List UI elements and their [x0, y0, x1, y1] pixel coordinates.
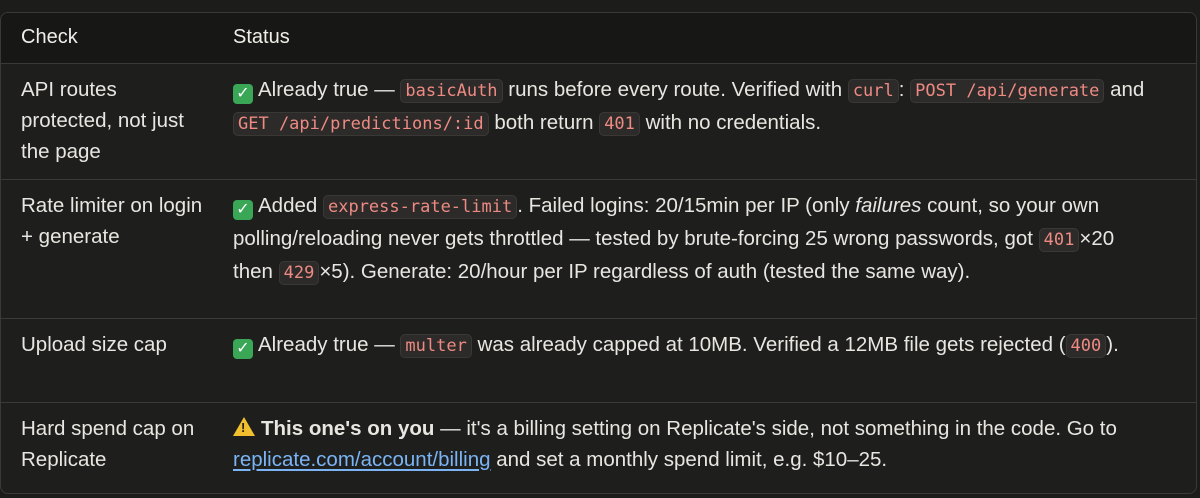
check-mark-icon: ✓	[233, 83, 253, 104]
check-cell: Rate limiter on login + generate	[21, 193, 203, 248]
check-mark-icon: ✓	[233, 199, 253, 220]
inline-code: 429	[278, 260, 320, 285]
checklist-table-container: Check Status API routes protected, not j…	[0, 12, 1197, 494]
inline-code: GET /api/predictions/:id	[233, 111, 489, 136]
status-cell: ✓ Already true — multer was already cappe…	[213, 318, 1196, 402]
inline-code: express-rate-limit	[322, 194, 518, 219]
table-header-row: Check Status	[1, 13, 1196, 63]
inline-code: 401	[599, 111, 640, 136]
bold-callout: This one's on you	[261, 416, 435, 440]
inline-code: multer	[400, 333, 472, 358]
column-header-check: Check	[21, 26, 78, 48]
table-row: Upload size cap ✓ Already true — multer w…	[1, 318, 1196, 402]
inline-code: 400	[1065, 333, 1107, 358]
check-cell: Upload size cap	[21, 332, 167, 356]
table-row: Hard spend cap on Replicate This one's o…	[1, 402, 1196, 487]
billing-link[interactable]: replicate.com/account/billing	[233, 448, 491, 471]
status-cell: ✓ Added express-rate-limit. Failed logins…	[233, 193, 1115, 285]
inline-code: POST /api/generate	[910, 78, 1105, 103]
checklist-table: Check Status API routes protected, not j…	[1, 13, 1196, 487]
table-row: Rate limiter on login + generate ✓ Added …	[1, 179, 1196, 318]
inline-code: curl	[847, 78, 899, 103]
emphasis-text: failures	[855, 193, 922, 217]
table-row: API routes protected, not just the page …	[1, 63, 1196, 179]
check-cell: Hard spend cap on Replicate	[21, 416, 195, 471]
check-mark-icon: ✓	[233, 338, 253, 359]
warning-icon	[233, 416, 255, 436]
status-cell: ✓ Already true — basicAuth runs before ev…	[213, 63, 1196, 179]
inline-code: 401	[1038, 227, 1080, 252]
column-header-status: Status	[233, 26, 290, 48]
inline-code: basicAuth	[400, 78, 503, 103]
check-cell: API routes protected, not just the page	[21, 77, 184, 163]
status-cell: This one's on you — it's a billing setti…	[213, 402, 1196, 487]
